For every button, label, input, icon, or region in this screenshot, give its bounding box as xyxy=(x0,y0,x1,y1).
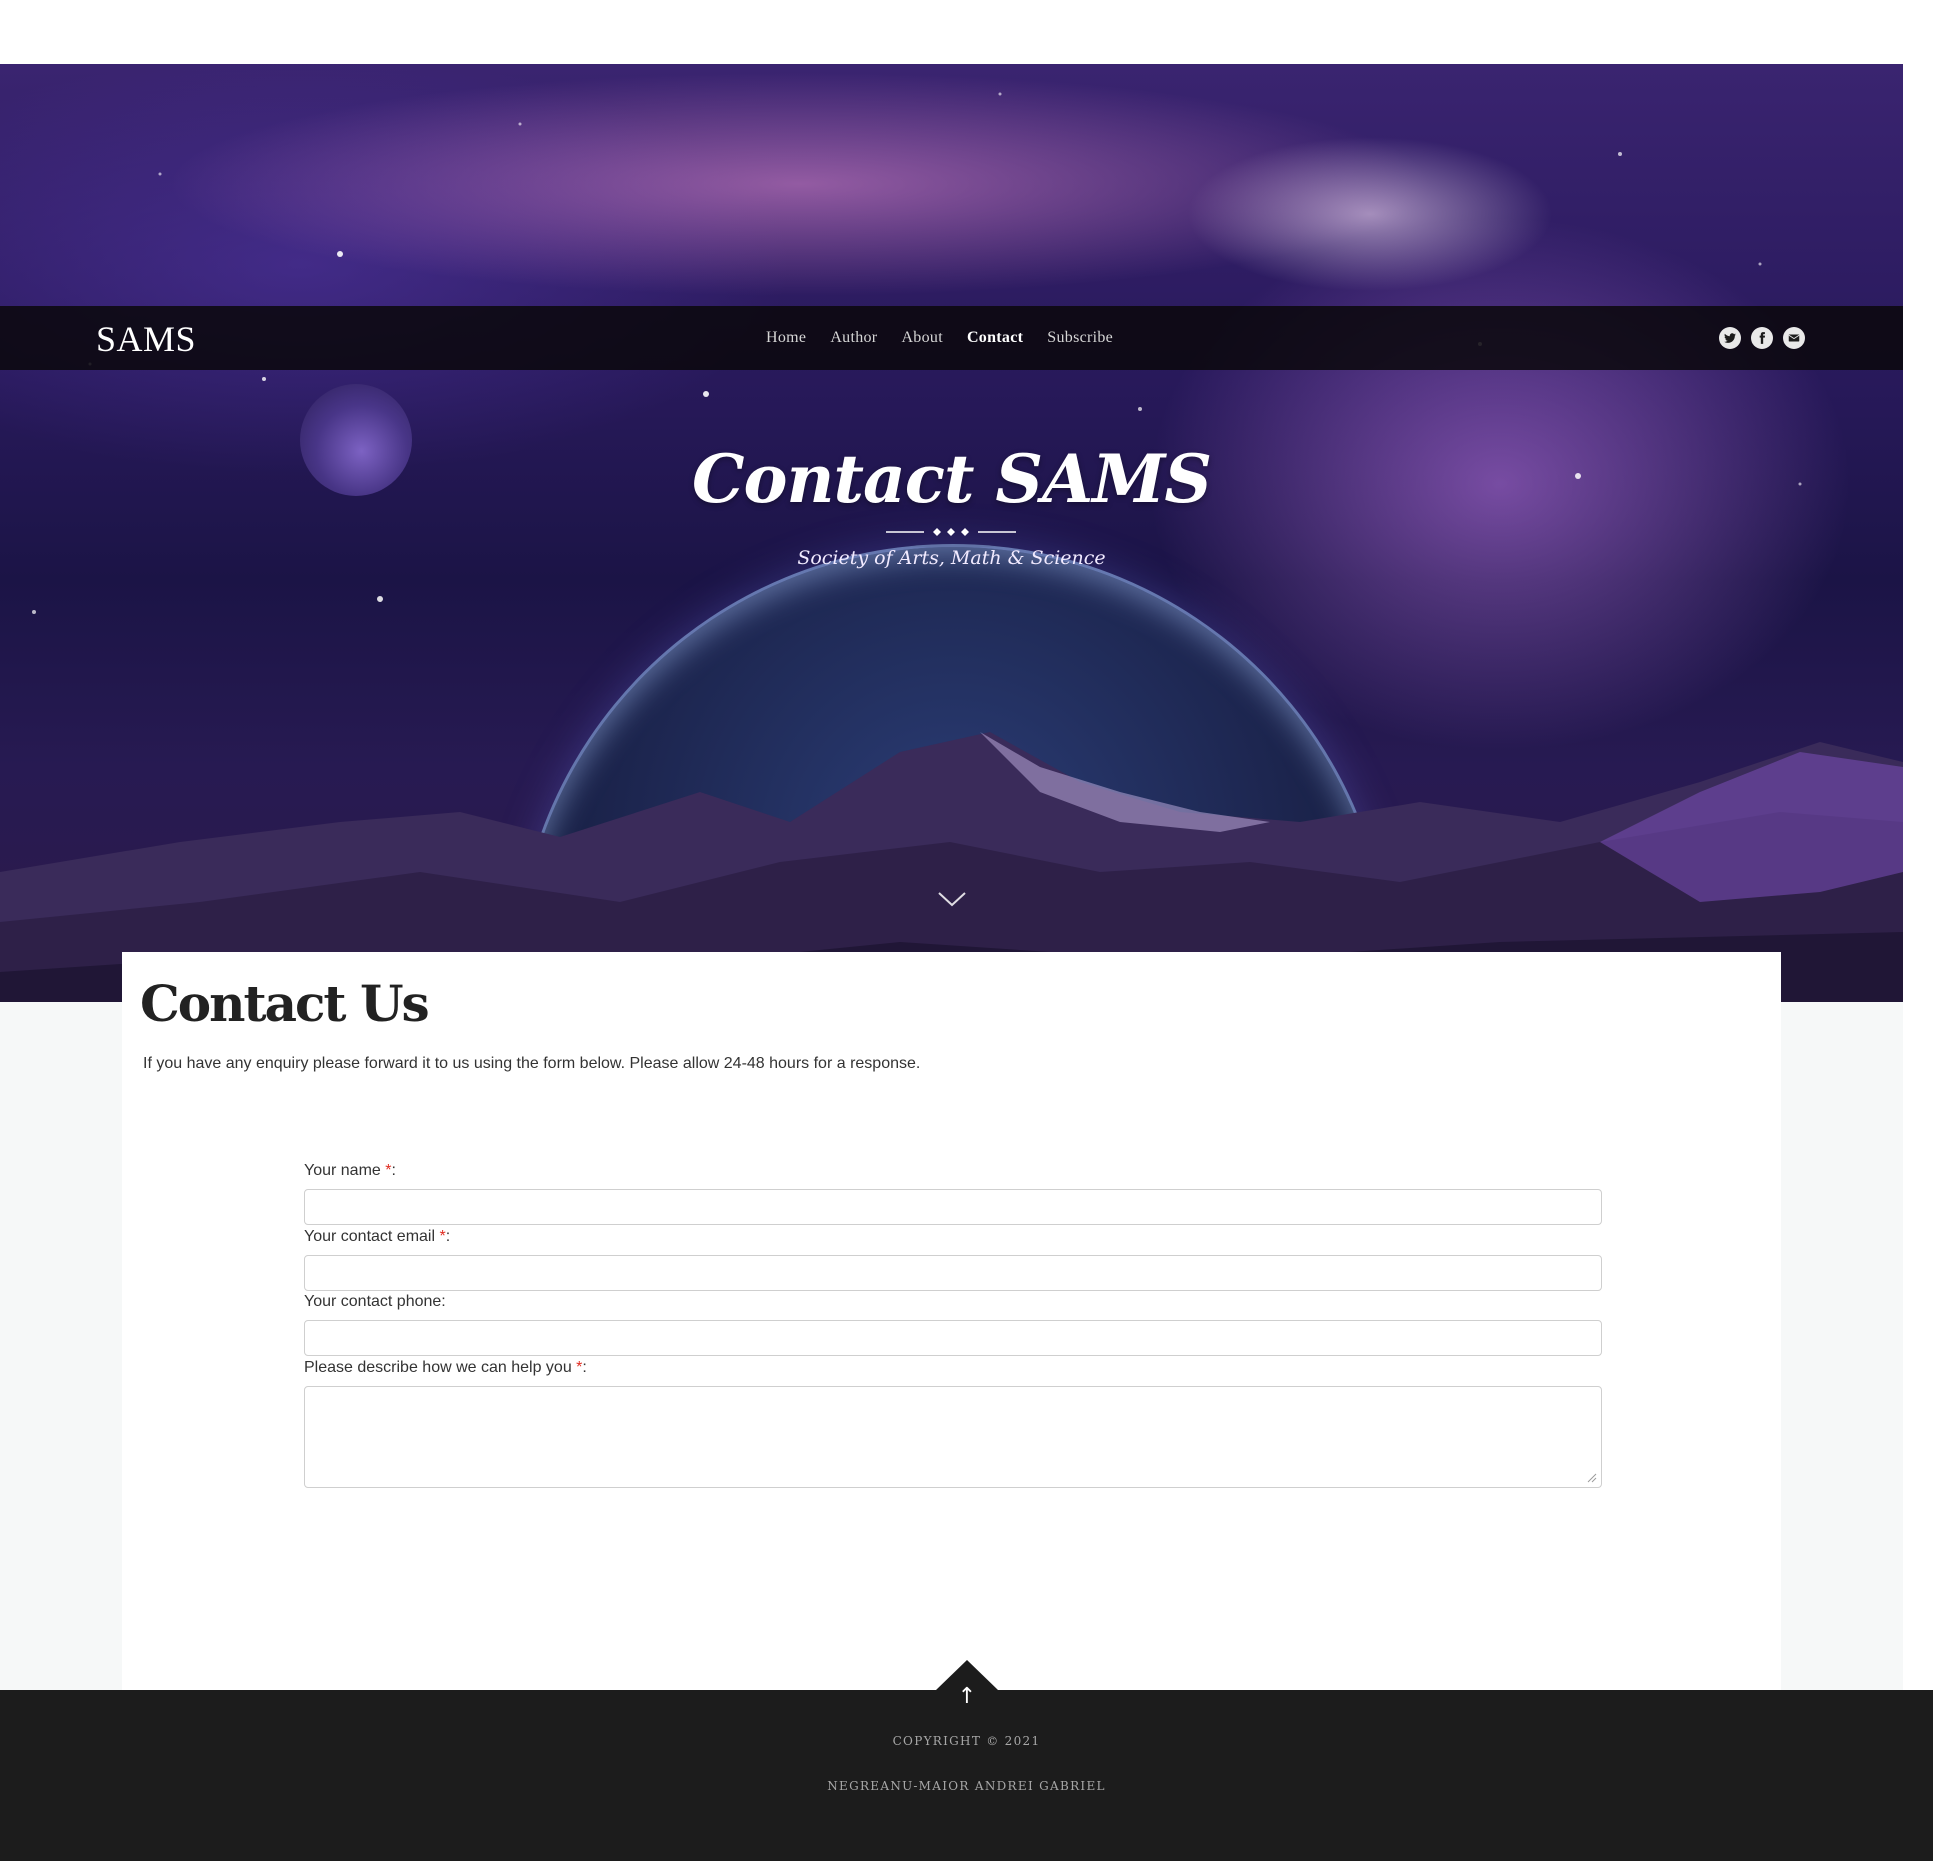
twitter-icon[interactable] xyxy=(1719,327,1741,349)
main-menu: Home Author About Contact Subscribe xyxy=(766,306,1113,370)
label-colon: : xyxy=(391,1162,396,1179)
intro-text: If you have any enquiry please forward i… xyxy=(143,1055,921,1072)
name-label: Your name *: xyxy=(304,1162,396,1180)
phone-label: Your contact phone: xyxy=(304,1293,446,1311)
resize-handle-icon[interactable] xyxy=(1587,1473,1597,1483)
email-field[interactable] xyxy=(304,1255,1602,1291)
email-icon[interactable] xyxy=(1783,327,1805,349)
label-colon: : xyxy=(582,1359,587,1376)
hero-title: Contact SAMS xyxy=(691,440,1212,518)
hero-subtitle: Society of Arts, Math & Science xyxy=(797,547,1106,569)
facebook-icon[interactable] xyxy=(1751,327,1773,349)
name-label-text: Your name xyxy=(304,1162,386,1179)
phone-label-text: Your contact phone: xyxy=(304,1293,446,1310)
hero-divider xyxy=(886,528,1016,536)
message-field[interactable] xyxy=(304,1386,1602,1488)
social-links xyxy=(1719,327,1805,349)
nav-about[interactable]: About xyxy=(901,329,943,347)
author-credit: Negreanu-Maior Andrei Gabriel xyxy=(827,1779,1106,1793)
page-title: Contact Us xyxy=(140,974,430,1033)
content-card: Contact Us If you have any enquiry pleas… xyxy=(122,952,1781,1755)
name-field[interactable] xyxy=(304,1189,1602,1225)
chevron-down-icon[interactable] xyxy=(937,890,967,910)
email-label: Your contact email *: xyxy=(304,1228,450,1246)
message-label-text: Please describe how we can help you xyxy=(304,1359,577,1376)
label-colon: : xyxy=(445,1228,451,1245)
copyright-text: Copyright © 2021 xyxy=(892,1734,1041,1748)
top-navbar: SAMS Home Author About Contact Subscribe xyxy=(0,306,1903,370)
back-to-top-button[interactable]: ↑ xyxy=(936,1660,998,1720)
site-logo[interactable]: SAMS xyxy=(96,318,196,360)
phone-field[interactable] xyxy=(304,1320,1602,1356)
nav-contact[interactable]: Contact xyxy=(967,329,1023,347)
arrow-up-icon: ↑ xyxy=(957,1684,977,1709)
message-label: Please describe how we can help you *: xyxy=(304,1359,587,1377)
nav-subscribe[interactable]: Subscribe xyxy=(1047,329,1113,347)
email-label-text: Your contact email xyxy=(304,1228,440,1245)
nav-author[interactable]: Author xyxy=(830,329,877,347)
nav-home[interactable]: Home xyxy=(766,329,806,347)
